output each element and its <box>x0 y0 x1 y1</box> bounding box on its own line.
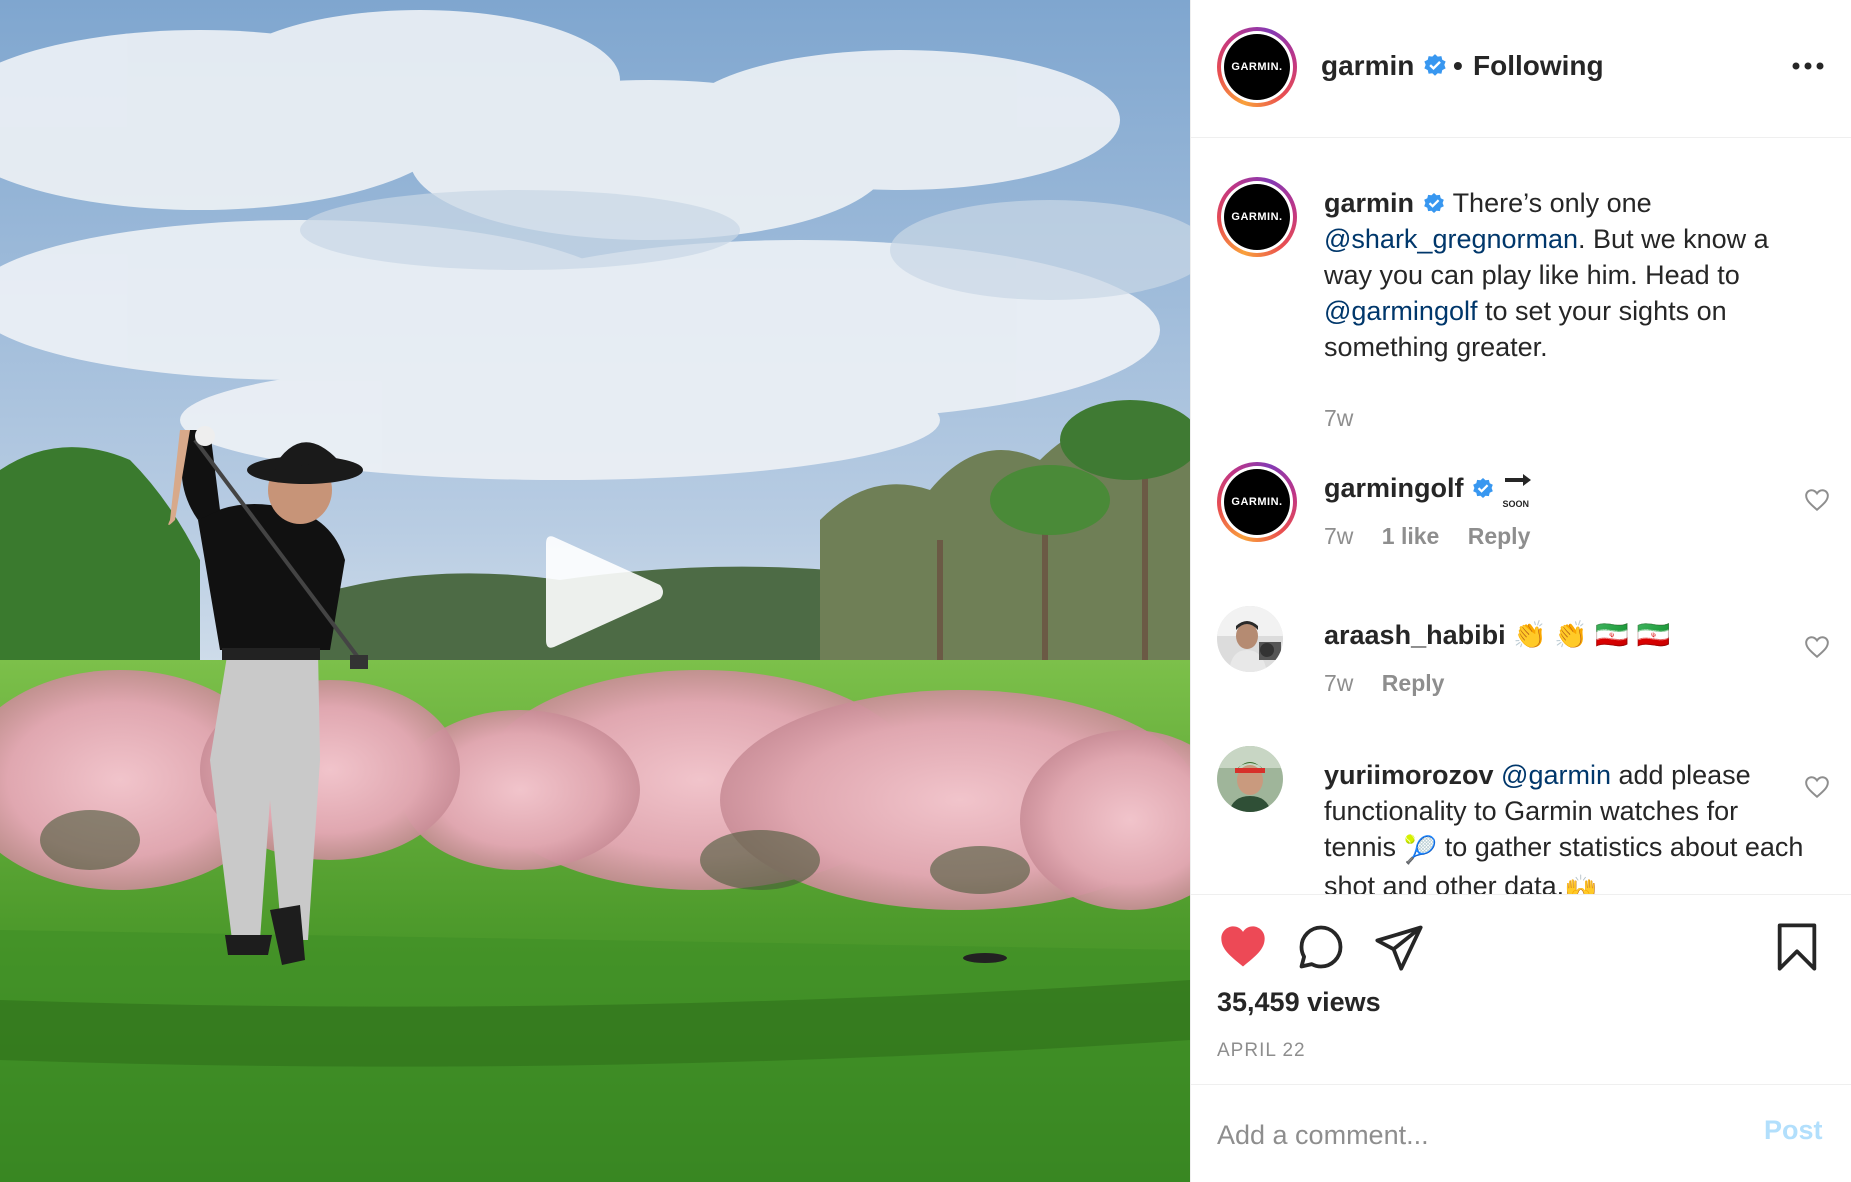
timestamp[interactable]: 7w <box>1324 670 1353 696</box>
heart-filled-icon[interactable] <box>1217 921 1269 973</box>
caption-meta: 7w <box>1324 405 1375 432</box>
caption-username[interactable]: garmin <box>1324 188 1414 218</box>
mention-link[interactable]: @shark_gregnorman <box>1324 224 1578 254</box>
heart-outline-icon[interactable] <box>1804 775 1830 799</box>
mention-link[interactable]: @garmingolf <box>1324 296 1477 326</box>
timestamp[interactable]: 7w <box>1324 523 1353 549</box>
play-button[interactable] <box>532 522 672 662</box>
separator-dot: • <box>1453 50 1463 81</box>
reply-button[interactable]: Reply <box>1468 523 1531 549</box>
timestamp[interactable]: 7w <box>1324 405 1353 431</box>
user-photo <box>1217 746 1283 812</box>
avatar[interactable]: GARMIN. <box>1217 177 1297 257</box>
comment-username[interactable]: yuriimorozov <box>1324 760 1494 790</box>
post-header: GARMIN. garmin • Following <box>1191 0 1851 138</box>
caption-segment: There’s only one <box>1452 188 1652 218</box>
avatar[interactable] <box>1217 606 1283 672</box>
heart-outline-icon[interactable] <box>1804 488 1830 512</box>
verified-badge-icon <box>1473 478 1493 498</box>
post-side-panel: GARMIN. garmin • Following GARMIN. garmi… <box>1190 0 1851 1182</box>
garmin-logo: GARMIN. <box>1224 34 1290 100</box>
heart-outline-icon[interactable] <box>1804 635 1830 659</box>
verified-badge-icon <box>1423 193 1444 213</box>
verified-badge-icon <box>1424 54 1446 76</box>
comment-username[interactable]: garmingolf <box>1324 473 1464 503</box>
user-photo <box>1217 606 1283 672</box>
comment-meta: 7w 1 like Reply <box>1324 523 1552 550</box>
paper-plane-icon[interactable] <box>1373 921 1425 973</box>
post-video[interactable] <box>0 0 1190 1182</box>
avatar[interactable]: GARMIN. <box>1217 462 1297 542</box>
instagram-post: GARMIN. garmin • Following GARMIN. garmi… <box>0 0 1851 1182</box>
reply-button[interactable]: Reply <box>1382 670 1445 696</box>
comment-meta: 7w Reply <box>1324 670 1466 697</box>
comment-bubble-icon[interactable] <box>1295 921 1347 973</box>
tennis-ball-emoji: 🎾 <box>1403 835 1438 865</box>
comment-text: garmingolf SOON <box>1324 470 1804 509</box>
soon-arrow-emoji: SOON <box>1503 473 1533 509</box>
post-comment-button[interactable]: Post <box>1764 1115 1823 1146</box>
avatar[interactable]: GARMIN. <box>1217 27 1297 107</box>
bookmark-icon[interactable] <box>1771 921 1823 973</box>
more-dots-icon[interactable] <box>1791 54 1825 78</box>
username-text[interactable]: garmin <box>1321 50 1414 81</box>
garmin-logo: GARMIN. <box>1224 184 1290 250</box>
comment-text: araash_habibi 👏 👏 🇮🇷 🇮🇷 <box>1324 617 1804 653</box>
mention-link[interactable]: @garmin <box>1501 760 1611 790</box>
comment-input[interactable] <box>1217 1115 1717 1155</box>
raised-hands-emoji: 🙌 <box>1564 874 1598 894</box>
play-icon <box>546 536 663 648</box>
comment-username[interactable]: araash_habibi <box>1324 620 1506 650</box>
likes-count[interactable]: 1 like <box>1382 523 1440 549</box>
comment-text: yuriimorozov @garmin add please function… <box>1324 757 1804 894</box>
soon-label: SOON <box>1502 499 1530 509</box>
header-username[interactable]: garmin <box>1321 50 1448 82</box>
comments-list[interactable]: GARMIN. garmin There’s only one @shark_g… <box>1191 139 1851 894</box>
views-count[interactable]: 35,459 views <box>1217 987 1381 1018</box>
comment-body: 👏 👏 🇮🇷 🇮🇷 <box>1513 620 1671 650</box>
garmin-logo: GARMIN. <box>1224 469 1290 535</box>
caption-text: garmin There’s only one @shark_gregnorma… <box>1324 185 1804 365</box>
avatar[interactable] <box>1217 746 1283 812</box>
post-actions: 35,459 views APRIL 22 <box>1191 894 1851 1084</box>
following-button[interactable]: Following <box>1473 50 1604 82</box>
arrow-right-icon <box>1504 474 1531 486</box>
post-date[interactable]: APRIL 22 <box>1217 1040 1306 1062</box>
add-comment-bar: Post <box>1191 1084 1851 1182</box>
